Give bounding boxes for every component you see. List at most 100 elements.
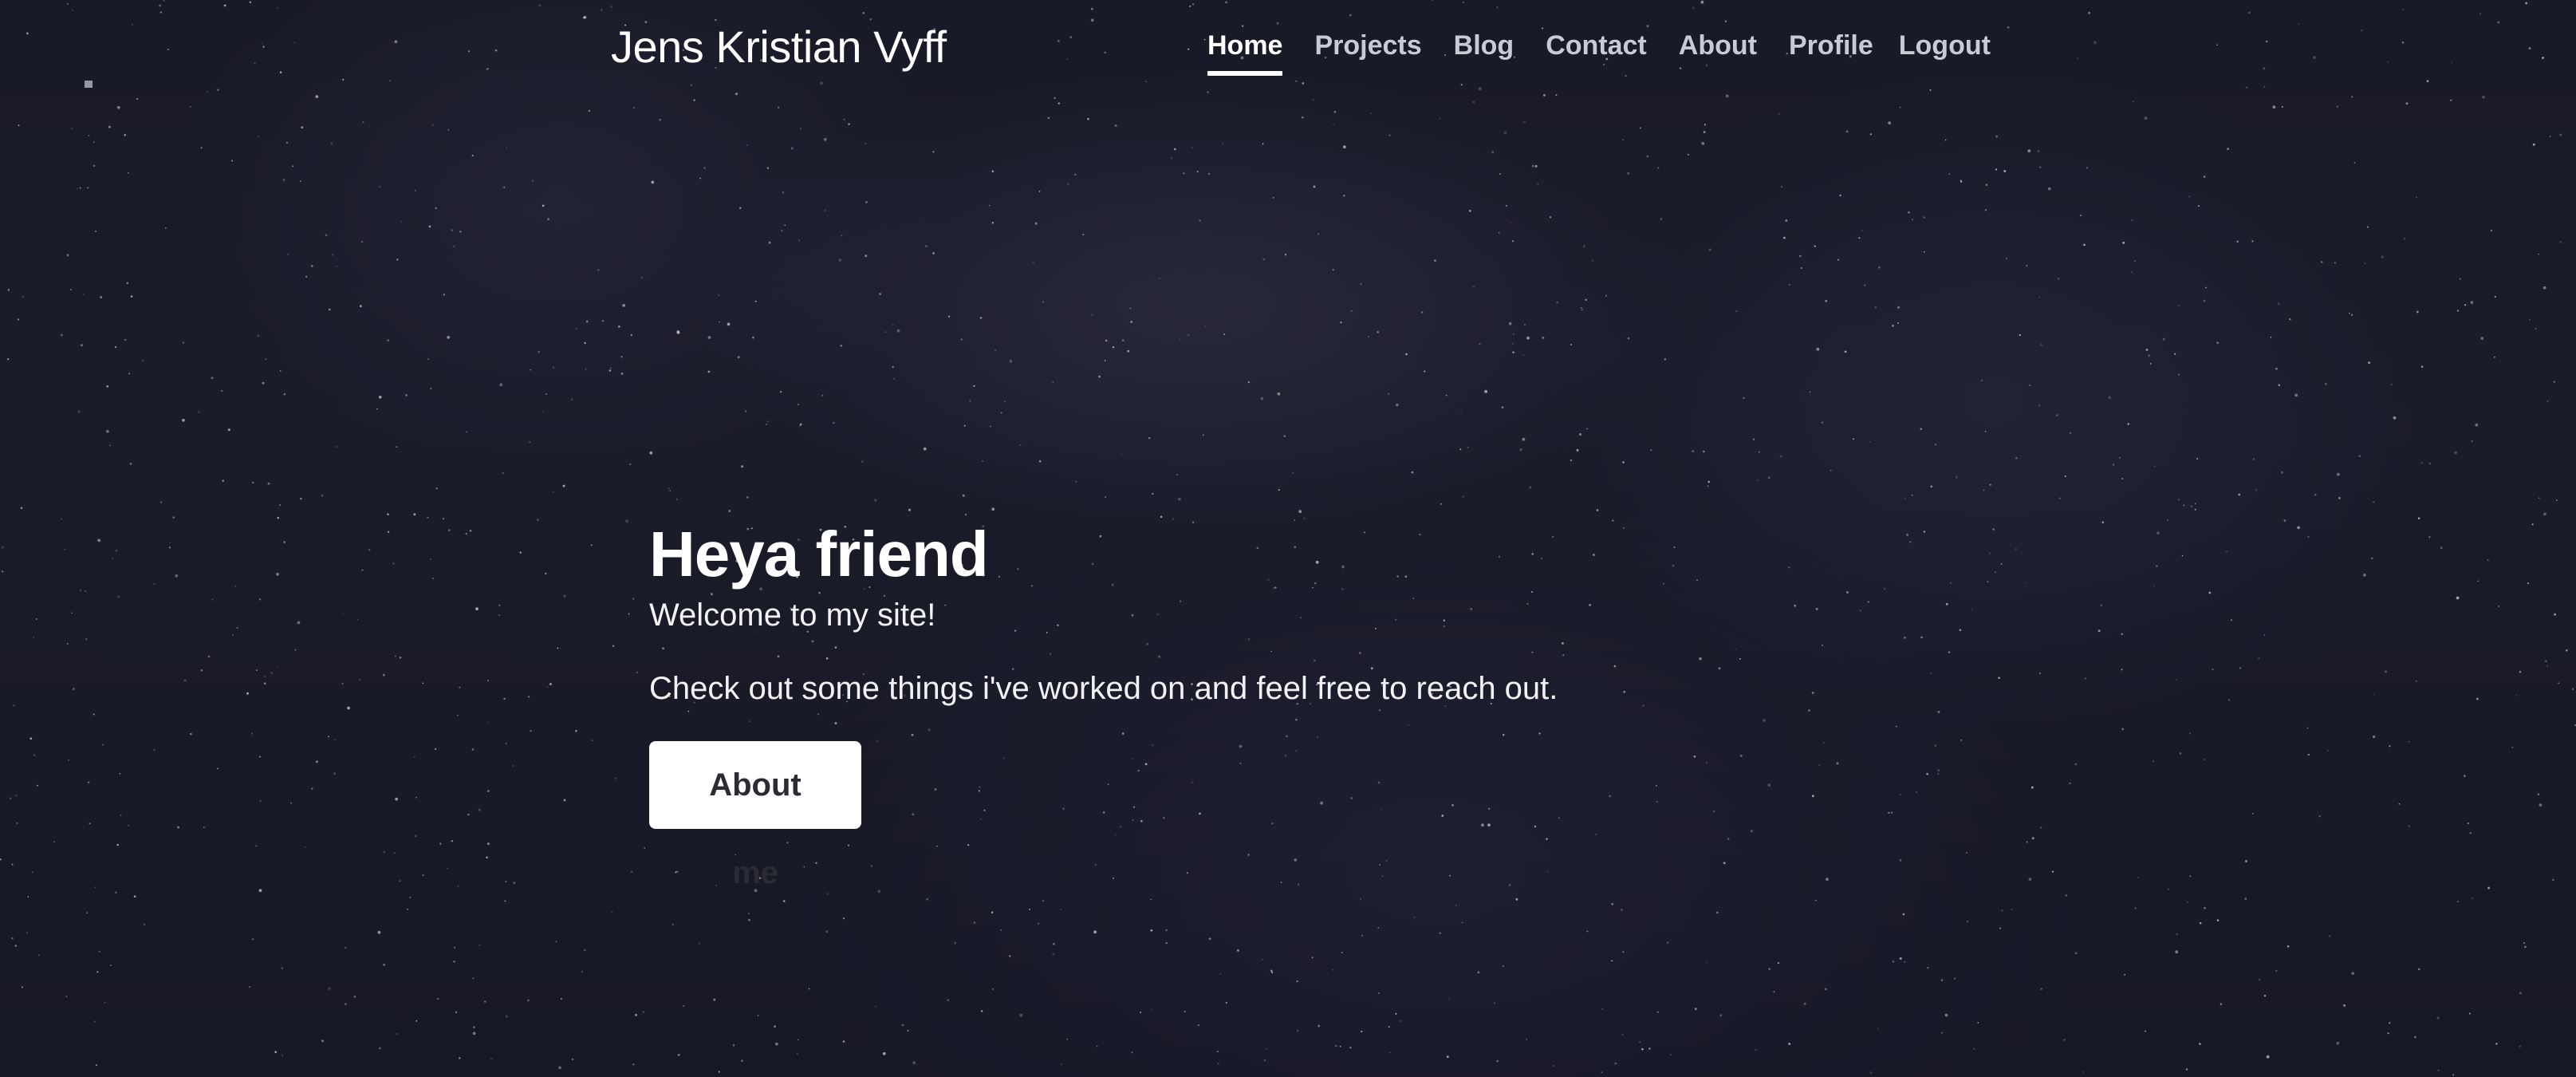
star: [2477, 580, 2479, 582]
star: [142, 359, 144, 361]
star: [60, 333, 63, 337]
star: [745, 410, 747, 412]
star: [1581, 309, 1584, 311]
star: [528, 440, 531, 444]
star: [395, 655, 396, 657]
star: [2177, 499, 2180, 501]
star: [498, 604, 501, 606]
star: [532, 180, 534, 182]
star: [797, 403, 800, 406]
star: [530, 730, 532, 732]
star: [865, 142, 867, 144]
star: [1767, 476, 1771, 479]
star: [1343, 194, 1345, 197]
star: [542, 204, 545, 207]
star: [552, 491, 554, 493]
star: [1960, 739, 1963, 741]
star: [668, 487, 670, 490]
star: [88, 781, 90, 783]
nav-contact[interactable]: Contact: [1546, 30, 1647, 76]
star: [622, 304, 626, 307]
star: [344, 946, 347, 949]
star: [1420, 311, 1424, 314]
star: [1666, 941, 1669, 944]
star: [2353, 162, 2356, 164]
star: [2127, 423, 2130, 425]
star: [2086, 167, 2088, 169]
about-me-button[interactable]: About me: [649, 741, 861, 890]
star: [85, 637, 88, 641]
star: [1892, 961, 1895, 963]
star: [506, 147, 508, 149]
nav-about[interactable]: About: [1679, 30, 1757, 76]
star: [1960, 180, 1962, 181]
star: [2289, 318, 2291, 321]
star: [1763, 719, 1767, 722]
star: [395, 797, 398, 801]
star: [368, 549, 371, 551]
star: [2011, 909, 2013, 910]
star: [1916, 791, 1918, 793]
star: [2258, 657, 2260, 660]
star: [1562, 654, 1565, 657]
star: [2255, 488, 2257, 491]
star: [2368, 361, 2371, 365]
star: [153, 582, 156, 586]
star: [1519, 448, 1522, 452]
nav-profile[interactable]: Profile: [1789, 30, 1873, 76]
star: [1091, 314, 1093, 316]
star: [453, 960, 455, 963]
star: [399, 880, 401, 882]
star: [1112, 345, 1115, 349]
star: [1657, 167, 1660, 169]
star: [336, 265, 338, 267]
star: [2063, 1039, 2066, 1041]
nav-projects[interactable]: Projects: [1314, 30, 1421, 76]
star: [2216, 919, 2220, 921]
star: [305, 275, 308, 278]
star: [1512, 240, 1514, 243]
star: [617, 325, 620, 328]
star: [1800, 267, 1802, 269]
star: [2294, 393, 2298, 397]
star: [562, 484, 565, 487]
star: [106, 385, 109, 388]
star: [2121, 728, 2125, 731]
star: [1788, 283, 1790, 286]
star: [1075, 480, 1077, 483]
star: [1377, 927, 1380, 929]
star: [169, 542, 171, 544]
star: [258, 136, 260, 138]
star: [377, 930, 381, 934]
star: [1424, 370, 1426, 373]
star: [2358, 455, 2361, 457]
star: [676, 498, 678, 500]
star: [1000, 929, 1002, 931]
nav-logout[interactable]: Logout: [1899, 30, 1991, 76]
star: [114, 345, 117, 349]
star: [2336, 472, 2340, 476]
star: [1716, 911, 1719, 914]
star: [980, 1010, 983, 1012]
star: [2275, 969, 2278, 972]
star: [651, 180, 655, 184]
star: [2413, 1036, 2416, 1039]
star: [1127, 349, 1130, 353]
star: [947, 999, 950, 1002]
star: [203, 826, 205, 828]
nav-blog[interactable]: Blog: [1454, 30, 1514, 76]
star: [376, 408, 378, 410]
star: [304, 846, 306, 848]
star: [585, 368, 587, 370]
star: [1197, 1024, 1199, 1027]
site-brand-link[interactable]: Jens Kristian Vyff: [611, 21, 947, 73]
star: [80, 589, 81, 591]
star: [611, 911, 613, 913]
star: [1096, 1045, 1098, 1047]
star: [1191, 146, 1193, 148]
star: [452, 245, 455, 247]
nav-home[interactable]: Home: [1207, 30, 1283, 76]
star: [1053, 943, 1055, 945]
star: [1262, 143, 1264, 145]
star: [311, 787, 313, 790]
